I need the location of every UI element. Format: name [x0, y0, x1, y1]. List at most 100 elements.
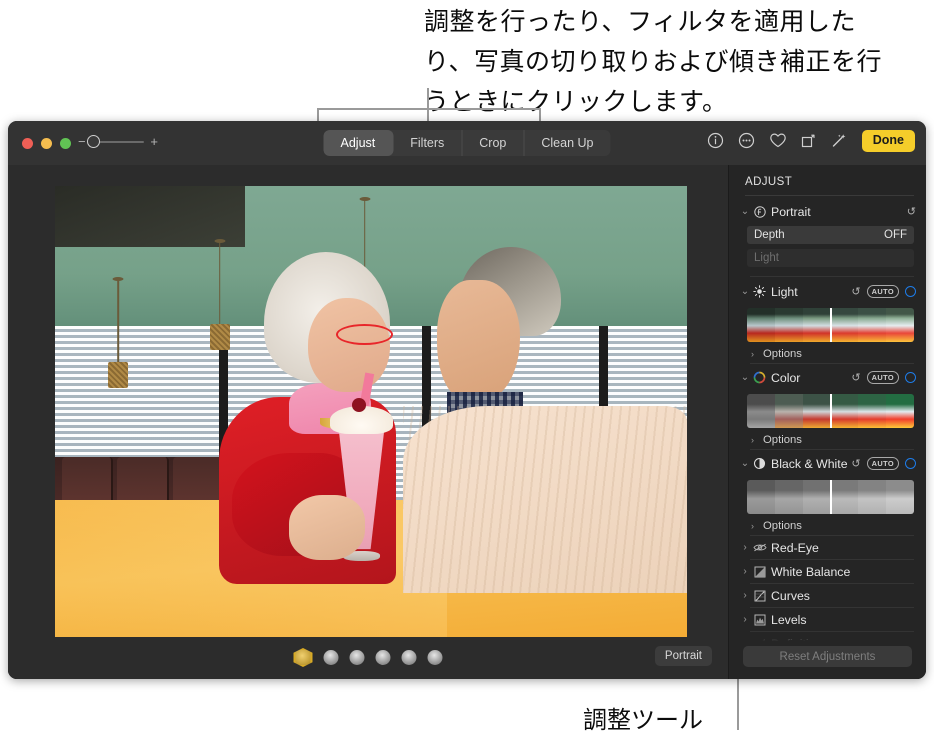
auto-button-black-and-white[interactable]: AUTO — [866, 456, 899, 471]
chevron-down-icon[interactable]: ⌄ — [739, 286, 751, 297]
tab-crop[interactable]: Crop — [462, 130, 525, 156]
section-white-balance[interactable]: › White Balance — [729, 560, 926, 583]
white-balance-icon — [751, 566, 768, 578]
black-and-white-preview-strip[interactable] — [747, 480, 914, 514]
photo-filmstrip: Portrait — [8, 637, 728, 679]
revert-icon[interactable]: ↺ — [851, 285, 860, 298]
man-face — [437, 279, 520, 402]
more-options-icon[interactable] — [738, 132, 756, 150]
half-circle-icon — [751, 457, 768, 470]
enable-toggle-light[interactable] — [905, 286, 916, 297]
callout-text-top: 調整を行ったり、フィルタを適用したり、写真の切り取りおよび傾き補正を行うときにク… — [424, 8, 883, 116]
edited-photo[interactable] — [55, 186, 687, 654]
color-actions: ↺ AUTO — [851, 370, 916, 385]
filmstrip-thumb-5[interactable] — [401, 650, 417, 665]
filmstrip-thumb-4[interactable] — [375, 650, 391, 665]
color-options-row[interactable]: › Options — [729, 430, 926, 449]
section-black-and-white[interactable]: ⌄ Black & White ↺ AUTO — [729, 452, 926, 475]
portrait-badge[interactable]: Portrait — [654, 646, 712, 666]
rotate-icon[interactable] — [800, 132, 818, 150]
filmstrip-thumb-3[interactable] — [349, 650, 365, 665]
titlebar-actions: Done — [707, 130, 915, 152]
black-and-white-options-label: Options — [763, 519, 802, 532]
revert-icon[interactable]: ↺ — [907, 205, 916, 218]
levels-icon — [751, 614, 768, 626]
strip-position-caret[interactable] — [829, 480, 832, 514]
window-body: Portrait ADJUST ⌄ Portrait ↺ Depth OFF L… — [8, 165, 926, 679]
close-button[interactable] — [22, 138, 33, 149]
portrait-light-label: Light — [754, 252, 779, 264]
enable-toggle-color[interactable] — [905, 372, 916, 383]
pendant-lamp-2 — [209, 239, 230, 351]
zoom-slider-knob[interactable] — [86, 134, 100, 148]
chevron-right-icon[interactable]: › — [739, 566, 751, 577]
revert-icon[interactable]: ↺ — [851, 371, 860, 384]
black-and-white-options-row[interactable]: › Options — [729, 516, 926, 535]
section-label-portrait: Portrait — [771, 204, 811, 219]
tab-adjust[interactable]: Adjust — [323, 130, 394, 156]
tab-clean-up[interactable]: Clean Up — [524, 130, 610, 156]
filmstrip-thumb-6[interactable] — [427, 650, 443, 665]
info-icon[interactable] — [707, 132, 725, 150]
filmstrip-thumb-1[interactable] — [293, 648, 313, 667]
portrait-depth-label: Depth — [754, 229, 785, 241]
section-label-color: Color — [771, 370, 801, 385]
zoom-in-icon[interactable]: + — [150, 135, 158, 148]
chevron-down-icon[interactable]: ⌄ — [739, 206, 751, 217]
callout-text-bottom: 調整ツール — [583, 707, 703, 734]
divider-after-light — [750, 363, 914, 364]
strip-position-caret[interactable] — [829, 308, 832, 342]
chevron-right-icon[interactable]: › — [751, 349, 761, 359]
callout-leader-bracket-top — [317, 108, 541, 110]
chevron-right-icon[interactable]: › — [739, 614, 751, 625]
section-curves[interactable]: › Curves — [729, 584, 926, 607]
callout-leader-stem-top — [427, 88, 429, 121]
photo-viewer: Portrait — [8, 165, 728, 679]
light-options-row[interactable]: › Options — [729, 344, 926, 363]
chevron-down-icon[interactable]: ⌄ — [739, 372, 751, 383]
portrait-f-icon — [751, 205, 768, 218]
chevron-down-icon[interactable]: ⌄ — [739, 458, 751, 469]
chevron-right-icon[interactable]: › — [739, 590, 751, 601]
auto-button-light[interactable]: AUTO — [866, 284, 899, 299]
red-eye-icon — [751, 542, 768, 553]
woman-red-glasses — [336, 324, 394, 346]
zoom-out-icon[interactable]: − — [78, 135, 86, 148]
tab-filters[interactable]: Filters — [393, 130, 463, 156]
sidebar-scroll-fade — [729, 631, 926, 641]
chevron-right-icon[interactable]: › — [751, 521, 761, 531]
adjust-panel-title: ADJUST — [745, 176, 793, 188]
chevron-right-icon[interactable]: › — [751, 435, 761, 445]
done-button[interactable]: Done — [861, 130, 915, 152]
color-preview-strip[interactable] — [747, 394, 914, 428]
pendant-lamp-1 — [108, 276, 129, 388]
auto-button-color[interactable]: AUTO — [866, 370, 899, 385]
edit-mode-tabs: Adjust Filters Crop Clean Up — [323, 130, 611, 156]
photos-editor-window: − + Adjust Filters Crop Clean Up Done Po… — [8, 121, 926, 679]
minimize-button[interactable] — [41, 138, 52, 149]
bw-actions: ↺ AUTO — [851, 456, 916, 471]
callout-leader-tick-right — [539, 108, 541, 122]
zoom-slider-track[interactable] — [86, 134, 145, 148]
reset-adjustments-button[interactable]: Reset Adjustments — [743, 646, 912, 667]
woman-face — [307, 298, 390, 392]
revert-icon[interactable]: ↺ — [851, 457, 860, 470]
light-actions: ↺ AUTO — [851, 284, 916, 299]
favorite-heart-icon[interactable] — [769, 132, 787, 150]
zoom-button[interactable] — [60, 138, 71, 149]
section-light[interactable]: ⌄ Light ↺ AUTO — [729, 280, 926, 303]
enable-toggle-black-and-white[interactable] — [905, 458, 916, 469]
section-color[interactable]: ⌄ Color ↺ AUTO — [729, 366, 926, 389]
section-label-white-balance: White Balance — [771, 564, 851, 579]
filmstrip-thumb-2[interactable] — [323, 650, 339, 665]
light-preview-strip[interactable] — [747, 308, 914, 342]
section-levels[interactable]: › Levels — [729, 608, 926, 631]
portrait-depth-row[interactable]: Depth OFF — [747, 226, 914, 244]
zoom-slider[interactable]: − + — [78, 134, 158, 148]
adjust-sidebar-scroll[interactable]: ADJUST ⌄ Portrait ↺ Depth OFF Light ⌄ Li… — [729, 165, 926, 641]
chevron-right-icon[interactable]: › — [739, 542, 751, 553]
auto-enhance-wand-icon[interactable] — [831, 132, 849, 150]
section-red-eye[interactable]: › Red-Eye — [729, 536, 926, 559]
section-portrait[interactable]: ⌄ Portrait ↺ — [729, 200, 926, 223]
strip-position-caret[interactable] — [829, 394, 832, 428]
